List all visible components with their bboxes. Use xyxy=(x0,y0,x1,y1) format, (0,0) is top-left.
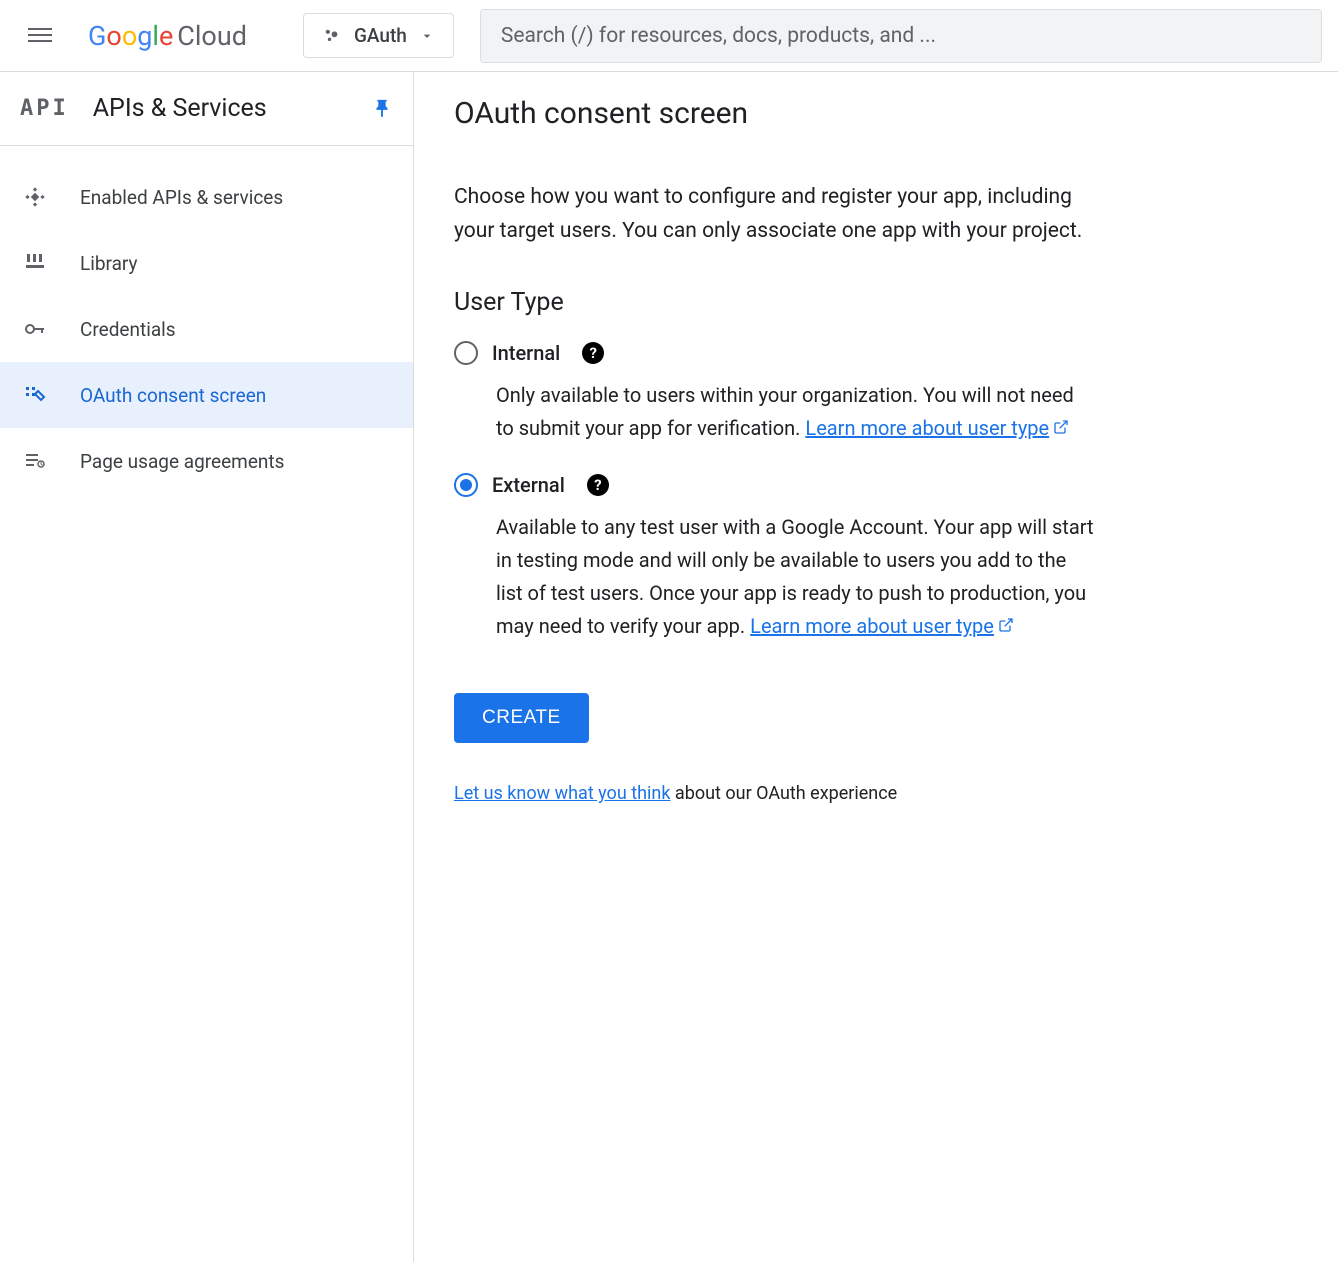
radio-option-internal: Internal ? Only available to users withi… xyxy=(454,341,1298,445)
feedback-link[interactable]: Let us know what you think xyxy=(454,783,670,804)
internal-description: Only available to users within your orga… xyxy=(496,379,1096,445)
sidebar-item-label: Enabled APIs & services xyxy=(80,186,283,209)
page-title: OAuth consent screen xyxy=(454,96,1298,131)
sidebar-title: APIs & Services xyxy=(93,94,347,123)
external-description: Available to any test user with a Google… xyxy=(496,511,1096,643)
sidebar-item-library[interactable]: Library xyxy=(0,230,413,296)
logo[interactable]: Google Cloud xyxy=(88,20,247,52)
sidebar-nav: Enabled APIs & services Library Credenti… xyxy=(0,146,413,494)
project-name-label: GAuth xyxy=(354,24,407,47)
hamburger-menu-button[interactable] xyxy=(16,12,64,60)
api-badge: API xyxy=(20,96,69,121)
sidebar-item-credentials[interactable]: Credentials xyxy=(0,296,413,362)
sidebar-item-enabled-apis[interactable]: Enabled APIs & services xyxy=(0,164,413,230)
google-logo-text: Google xyxy=(88,20,173,52)
header: Google Cloud GAuth Search (/) for resour… xyxy=(0,0,1338,72)
pin-icon[interactable] xyxy=(371,98,393,120)
radio-external[interactable] xyxy=(454,473,478,497)
help-icon[interactable]: ? xyxy=(582,342,604,364)
sidebar-item-label: OAuth consent screen xyxy=(80,384,266,407)
intro-text: Choose how you want to configure and reg… xyxy=(454,181,1114,248)
consent-icon xyxy=(22,382,48,408)
feedback-row: Let us know what you think about our OAu… xyxy=(454,783,1298,804)
sidebar-item-label: Credentials xyxy=(80,318,176,341)
feedback-suffix: about our OAuth experience xyxy=(670,783,897,804)
internal-learn-more-link[interactable]: Learn more about user type xyxy=(805,416,1069,440)
radio-external-label: External xyxy=(492,473,565,497)
external-link-icon xyxy=(998,617,1014,633)
sidebar-header: API APIs & Services xyxy=(0,72,413,146)
search-placeholder: Search (/) for resources, docs, products… xyxy=(501,24,936,48)
user-type-header: User Type xyxy=(454,288,1298,317)
radio-internal-label: Internal xyxy=(492,341,560,365)
radio-option-external: External ? Available to any test user wi… xyxy=(454,473,1298,643)
sidebar-item-oauth-consent[interactable]: OAuth consent screen xyxy=(0,362,413,428)
sidebar-item-label: Library xyxy=(80,252,138,275)
cloud-logo-text: Cloud xyxy=(177,20,247,52)
chevron-down-icon xyxy=(419,28,435,44)
agreements-icon xyxy=(22,448,48,474)
search-input[interactable]: Search (/) for resources, docs, products… xyxy=(480,9,1322,63)
project-selector-button[interactable]: GAuth xyxy=(303,13,454,58)
sidebar: API APIs & Services Enabled APIs & servi… xyxy=(0,72,414,1262)
external-link-icon xyxy=(1053,419,1069,435)
main-content: OAuth consent screen Choose how you want… xyxy=(414,72,1338,1262)
user-type-radio-group: Internal ? Only available to users withi… xyxy=(454,341,1298,643)
external-learn-more-link[interactable]: Learn more about user type xyxy=(750,614,1014,638)
radio-internal[interactable] xyxy=(454,341,478,365)
diamond-dots-icon xyxy=(22,184,48,210)
sidebar-item-page-usage[interactable]: Page usage agreements xyxy=(0,428,413,494)
create-button[interactable]: CREATE xyxy=(454,693,589,743)
key-icon xyxy=(22,316,48,342)
library-icon xyxy=(22,250,48,276)
project-dots-icon xyxy=(322,26,342,46)
help-icon[interactable]: ? xyxy=(587,474,609,496)
sidebar-item-label: Page usage agreements xyxy=(80,450,284,473)
